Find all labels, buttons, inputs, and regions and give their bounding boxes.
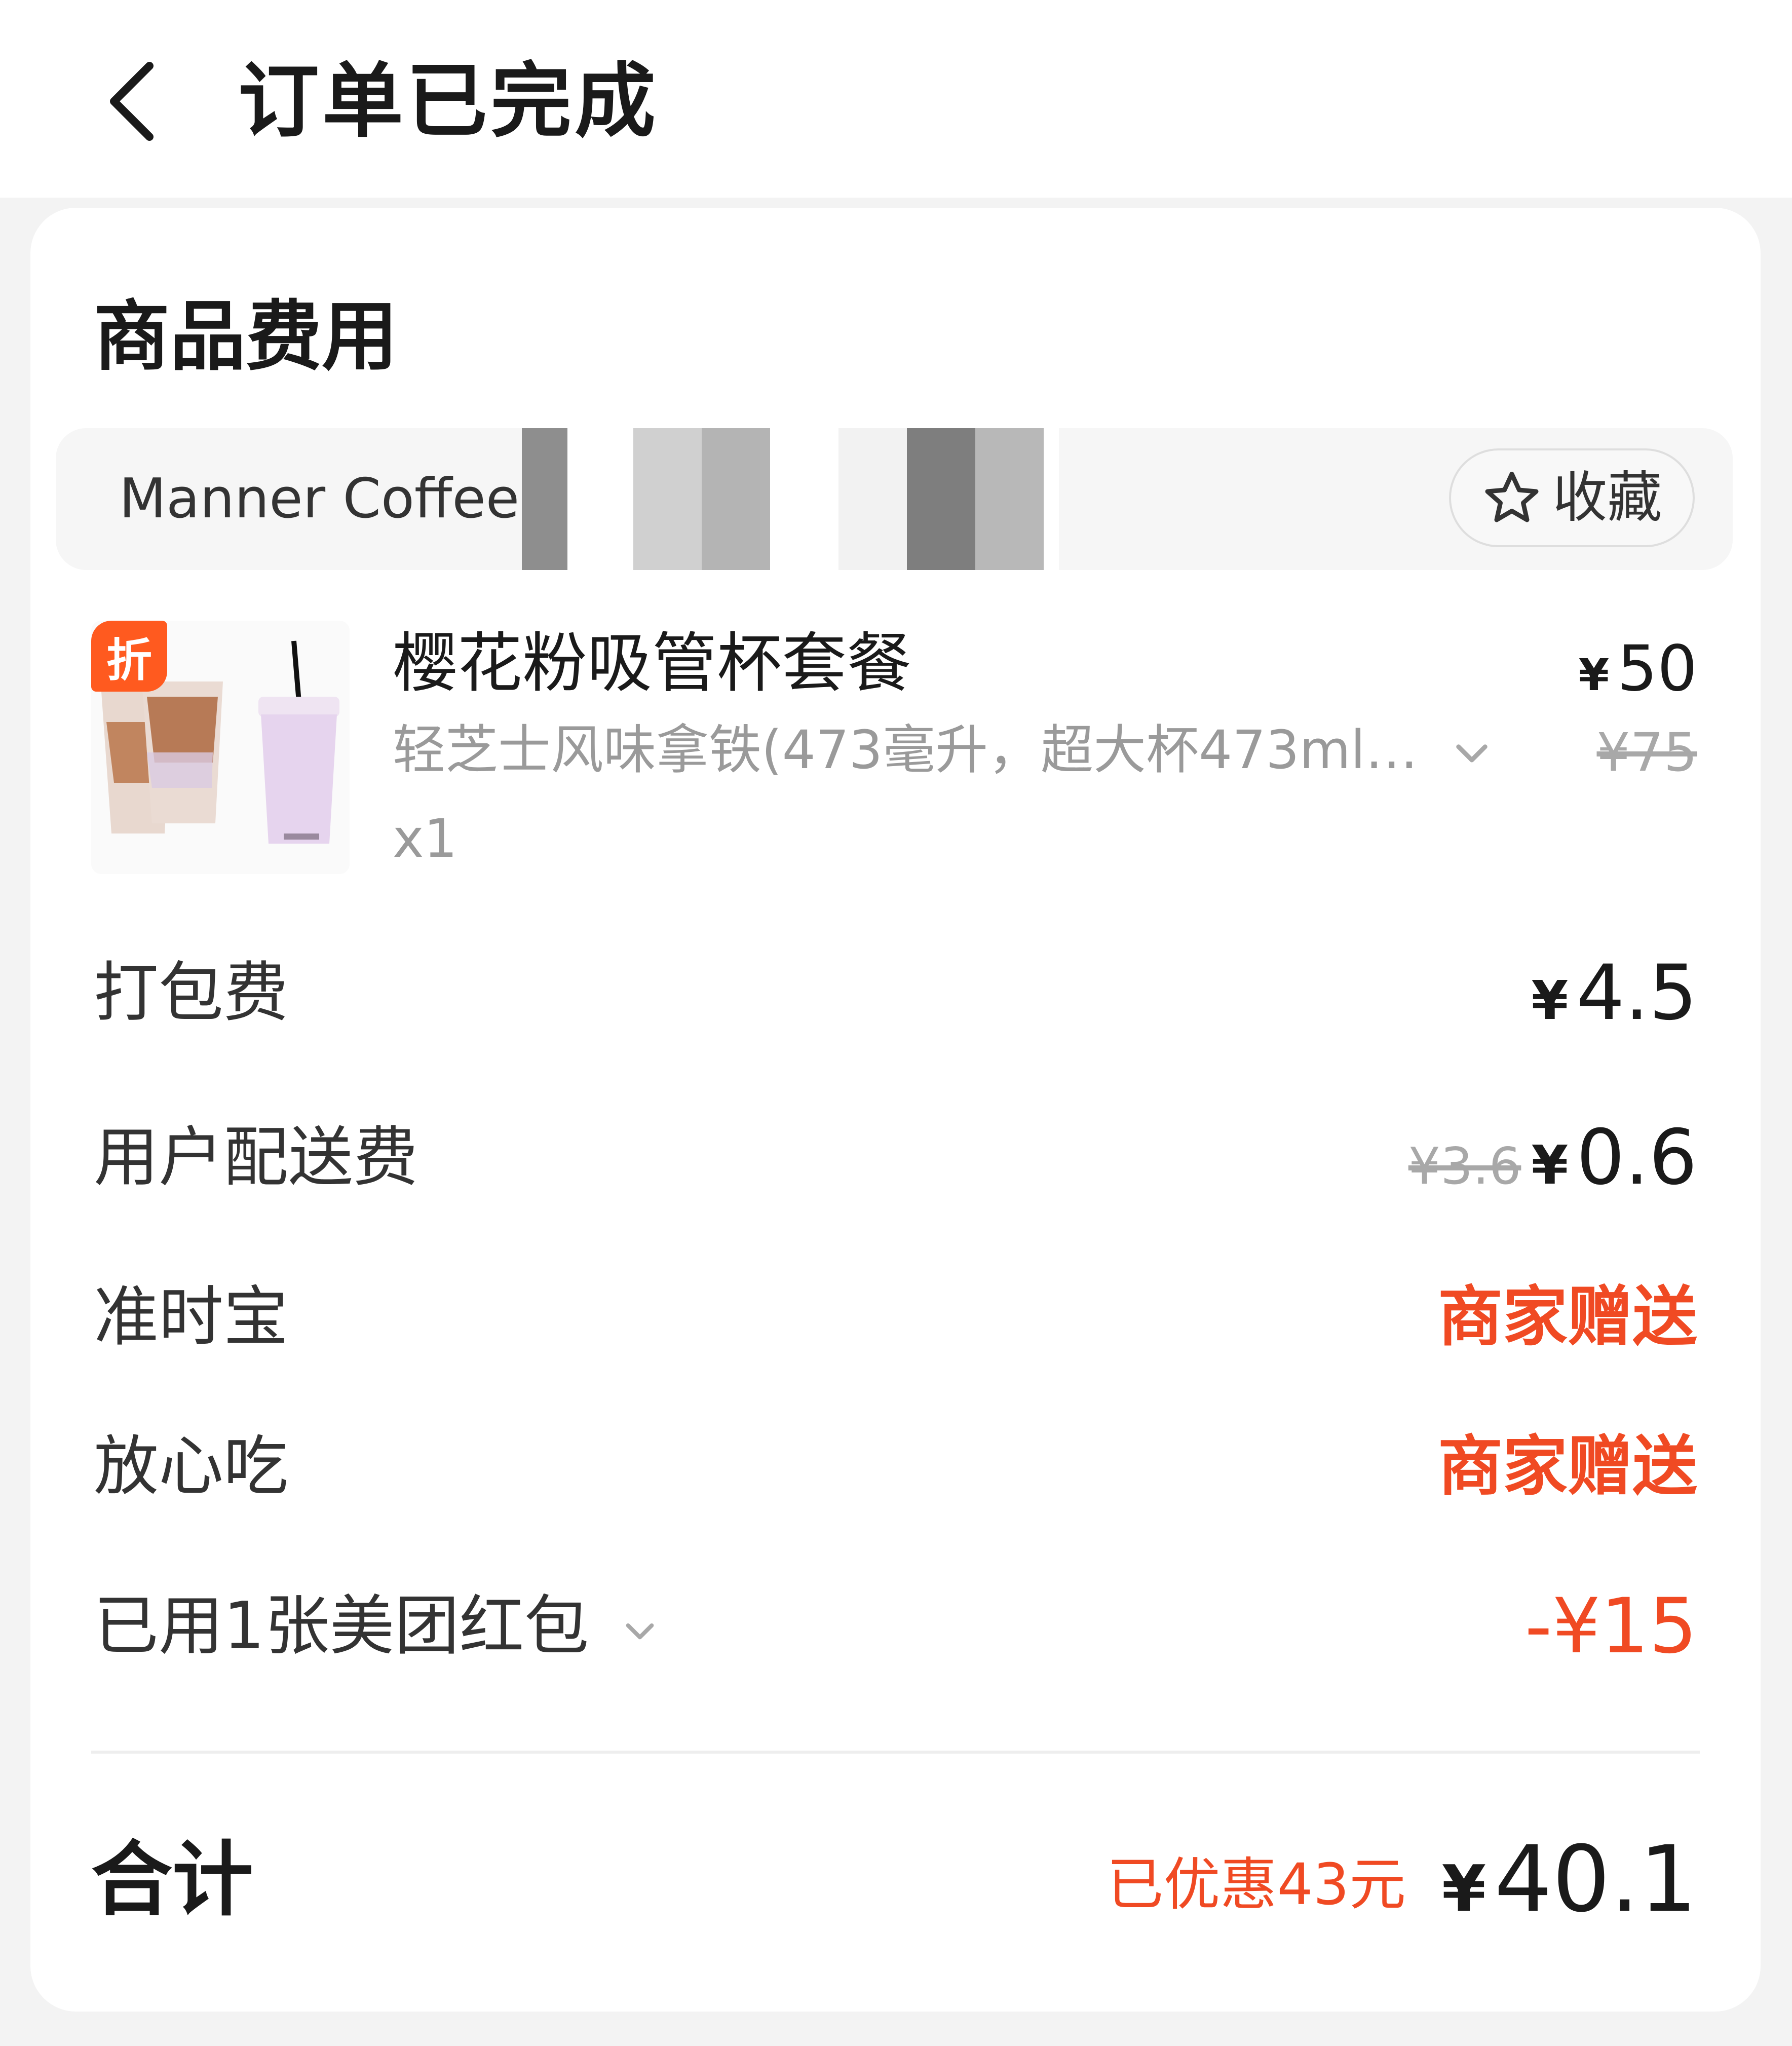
product-description[interactable]: 轻芝士风味拿铁(473毫升，超大杯473ml… — [393, 714, 1431, 785]
total-label: 合计 — [91, 1832, 254, 1927]
product-image[interactable]: 折 — [91, 621, 350, 874]
chevron-left-icon — [110, 62, 154, 141]
fee-value: ¥4.5 — [1531, 948, 1697, 1046]
coupon-amount: -¥15 — [1524, 1582, 1697, 1671]
fee-value: -¥15 — [1525, 1581, 1697, 1672]
currency-symbol: ¥ — [1441, 1851, 1486, 1926]
total-discount: 已优惠43元 — [1107, 1852, 1406, 1918]
merchant-gift-text: 商家赠送 — [1437, 1279, 1697, 1355]
original-fee: ¥3.6 — [1408, 1136, 1521, 1196]
fee-label: 放心吃 — [94, 1429, 289, 1504]
coupon-label-text: 已用1张美团红包 — [94, 1588, 589, 1664]
back-button[interactable] — [101, 61, 162, 142]
currency-symbol: ¥ — [1578, 650, 1610, 701]
fee-value: 商家赠送 — [1438, 1272, 1697, 1363]
shop-bar[interactable]: Manner Coffee 收藏 — [56, 428, 1733, 570]
merchant-gift-text: 商家赠送 — [1437, 1429, 1697, 1504]
fee-row-delivery: 用户配送费 ¥3.6 ¥0.6 — [94, 1112, 1697, 1203]
favorite-button[interactable]: 收藏 — [1449, 448, 1695, 547]
total-value: 40.1 — [1494, 1827, 1697, 1933]
total-amount: ¥40.1 — [1442, 1824, 1697, 1945]
fee-label: 用户配送费 — [94, 1120, 418, 1195]
discount-badge: 折 — [91, 621, 167, 692]
star-icon — [1485, 471, 1539, 522]
price-value: 50 — [1617, 632, 1697, 705]
shop-name[interactable]: Manner Coffee — [119, 466, 519, 532]
product-name: 樱花粉吸管杯套餐 — [393, 626, 912, 701]
fee-label: 打包费 — [94, 955, 289, 1031]
fee-label: 准时宝 — [94, 1279, 289, 1355]
chevron-down-icon[interactable] — [1449, 730, 1495, 775]
fee-value: 商家赠送 — [1438, 1421, 1697, 1512]
product-quantity: x1 — [393, 808, 457, 869]
product-price: ¥50 — [1579, 628, 1697, 716]
product-original-price: ¥75 — [1596, 722, 1697, 783]
pixelated-redaction — [522, 428, 1059, 570]
favorite-label: 收藏 — [1552, 466, 1662, 529]
fee-row-packing: 打包费 ¥4.5 — [94, 948, 1697, 1039]
currency-symbol: ¥ — [1531, 1134, 1569, 1196]
divider — [91, 1751, 1700, 1754]
amount: 0.6 — [1576, 1114, 1697, 1202]
amount: 4.5 — [1576, 949, 1697, 1037]
currency-symbol: ¥ — [1531, 970, 1569, 1032]
fee-card: 商品费用 Manner Coffee 收藏 折 樱花粉吸管杯套餐 轻芝士风味拿铁… — [30, 208, 1761, 2012]
chevron-down-icon — [626, 1623, 654, 1640]
top-bar: 订单已完成 — [0, 0, 1792, 198]
fee-row-on-time: 准时宝 商家赠送 — [94, 1272, 1697, 1363]
fee-row-safe-eat: 放心吃 商家赠送 — [94, 1421, 1697, 1512]
page-title: 订单已完成 — [238, 54, 659, 148]
coupon-label[interactable]: 已用1张美团红包 — [94, 1581, 660, 1672]
fee-row-coupon[interactable]: 已用1张美团红包 -¥15 — [94, 1581, 1697, 1672]
section-title: 商品费用 — [94, 293, 398, 381]
fee-value: ¥3.6 ¥0.6 — [1408, 1112, 1697, 1212]
